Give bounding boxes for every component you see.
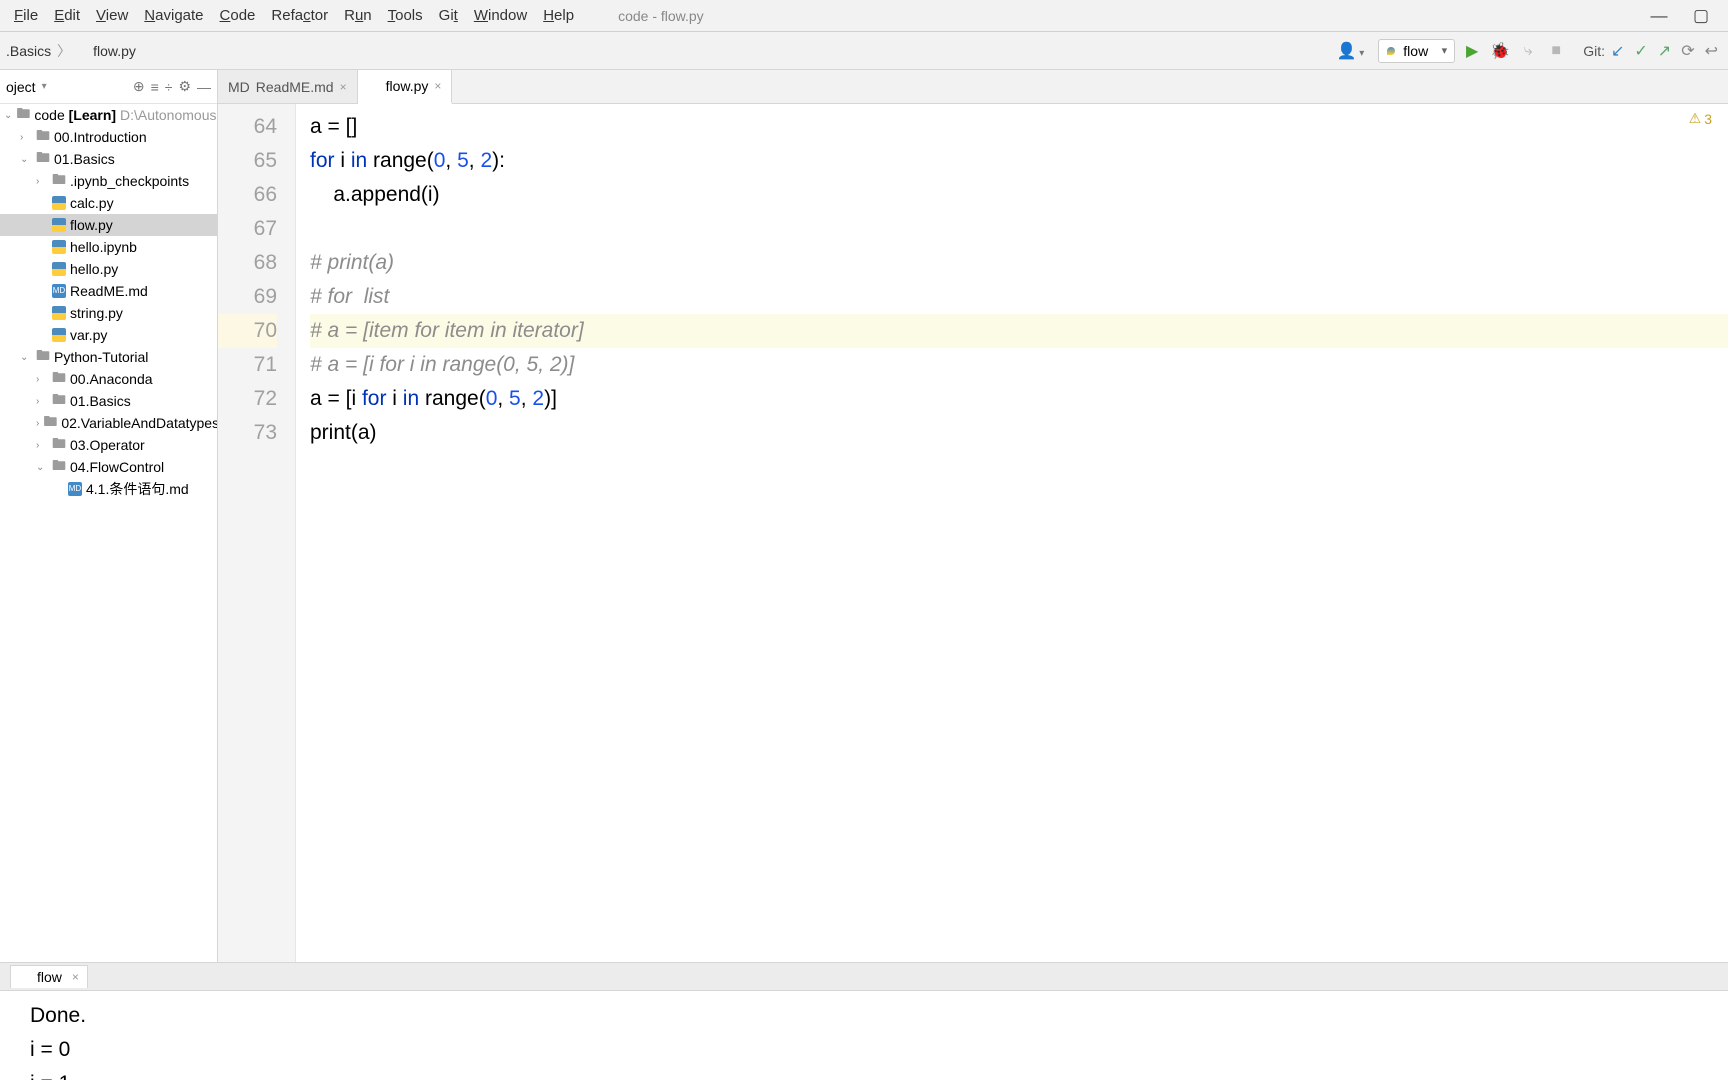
tree-item[interactable]: ⌄🖿Python-Tutorial xyxy=(0,346,217,368)
tree-item[interactable]: ⌄🖿04.FlowControl xyxy=(0,456,217,478)
menu-git[interactable]: Git xyxy=(431,3,466,28)
editor-pane: MDReadME.md×flow.py× 6465666768697071727… xyxy=(218,70,1728,962)
tree-item[interactable]: ›🖿00.Introduction xyxy=(0,126,217,148)
tree-item[interactable]: ›🖿02.VariableAndDatatypes xyxy=(0,412,217,434)
git-history-icon[interactable]: ⟳ xyxy=(1681,41,1694,61)
run-config-select[interactable]: flow xyxy=(1378,39,1455,63)
user-icon[interactable]: 👤 xyxy=(1337,41,1365,61)
menu-run[interactable]: Run xyxy=(336,3,380,28)
editor-tabs: MDReadME.md×flow.py× xyxy=(218,70,1728,104)
tree-item[interactable]: ›🖿00.Anaconda xyxy=(0,368,217,390)
hide-icon[interactable]: — xyxy=(197,79,211,95)
run-toolwindow: flow × Done.i = 0i = 1[0, 2, 4]Process f… xyxy=(0,962,1728,1080)
navigation-bar: .Basics 〉 flow.py 👤 flow ▶ 🐞 ⤷ ■ Git: ↙ … xyxy=(0,32,1728,70)
project-header: oject ▾ ⊕ ≡ ÷ ⚙ — xyxy=(0,70,217,104)
menu-window[interactable]: Window xyxy=(466,3,535,28)
tree-item[interactable]: ›🖿01.Basics xyxy=(0,390,217,412)
tree-item[interactable]: calc.py xyxy=(0,192,217,214)
git-pull-icon[interactable]: ↙ xyxy=(1611,41,1624,61)
console-output[interactable]: Done.i = 0i = 1[0, 2, 4]Process finished… xyxy=(0,991,1728,1080)
menu-file[interactable]: File xyxy=(6,3,46,28)
menu-code[interactable]: Code xyxy=(212,3,264,28)
tree-item[interactable]: hello.py xyxy=(0,258,217,280)
minimize-button[interactable]: — xyxy=(1638,6,1680,26)
debug-button[interactable]: 🐞 xyxy=(1489,40,1511,62)
menu-tools[interactable]: Tools xyxy=(380,3,431,28)
stop-button[interactable]: ■ xyxy=(1545,40,1567,62)
project-tree[interactable]: ⌄🖿 code [Learn] D:\AutonomousDriv ›🖿00.I… xyxy=(0,104,217,500)
tree-item[interactable]: MD4.1.条件语句.md xyxy=(0,478,217,500)
run-button[interactable]: ▶ xyxy=(1461,40,1483,62)
tree-item[interactable]: ›🖿03.Operator xyxy=(0,434,217,456)
maximize-button[interactable]: ▢ xyxy=(1680,6,1722,26)
git-toolbar: ↙ ✓ ↗ ⟳ ↩ xyxy=(1611,41,1718,61)
git-push-icon[interactable]: ↗ xyxy=(1658,41,1671,61)
menu-help[interactable]: Help xyxy=(535,3,582,28)
git-commit-icon[interactable]: ✓ xyxy=(1634,41,1647,61)
project-toolwindow: oject ▾ ⊕ ≡ ÷ ⚙ — ⌄🖿 code [Learn] D:\Aut… xyxy=(0,70,218,962)
close-icon[interactable]: × xyxy=(72,970,79,984)
close-icon[interactable]: × xyxy=(434,79,441,93)
menu-refactor[interactable]: Refactor xyxy=(263,3,336,28)
settings-icon[interactable]: ⚙ xyxy=(178,78,191,95)
run-tab-bar: flow × xyxy=(0,963,1728,991)
editor-tab[interactable]: flow.py× xyxy=(358,70,453,104)
tree-item[interactable]: var.py xyxy=(0,324,217,346)
python-icon xyxy=(19,971,31,983)
editor-body[interactable]: 64656667686970717273 a = []for i in rang… xyxy=(218,104,1728,962)
menu-bar: FileEditViewNavigateCodeRefactorRunTools… xyxy=(0,0,1728,32)
editor-tab[interactable]: MDReadME.md× xyxy=(218,70,358,103)
expand-icon[interactable]: ≡ xyxy=(151,79,159,95)
python-icon xyxy=(77,45,89,57)
tree-item[interactable]: MDReadME.md xyxy=(0,280,217,302)
breadcrumb: .Basics 〉 flow.py xyxy=(0,41,136,61)
run-tab[interactable]: flow × xyxy=(10,965,88,988)
git-rollback-icon[interactable]: ↩ xyxy=(1705,41,1718,61)
tree-item[interactable]: flow.py xyxy=(0,214,217,236)
warning-indicator[interactable]: ⚠ 3 xyxy=(1689,110,1712,127)
menu-navigate[interactable]: Navigate xyxy=(136,3,211,28)
menu-edit[interactable]: Edit xyxy=(46,3,88,28)
code-area[interactable]: a = []for i in range(0, 5, 2): a.append(… xyxy=(296,104,1728,962)
tree-root[interactable]: ⌄🖿 code [Learn] D:\AutonomousDriv xyxy=(0,104,217,126)
close-icon[interactable]: × xyxy=(340,80,347,94)
tree-item[interactable]: ⌄🖿01.Basics xyxy=(0,148,217,170)
breadcrumb-folder[interactable]: .Basics xyxy=(6,43,51,59)
menu-view[interactable]: View xyxy=(88,3,136,28)
tree-item[interactable]: hello.ipynb xyxy=(0,236,217,258)
target-icon[interactable]: ⊕ xyxy=(133,78,145,95)
breadcrumb-file[interactable]: flow.py xyxy=(77,43,136,59)
window-title: code - flow.py xyxy=(618,8,704,24)
line-gutter: 64656667686970717273 xyxy=(218,104,296,962)
tree-item[interactable]: string.py xyxy=(0,302,217,324)
git-label: Git: xyxy=(1583,43,1605,59)
collapse-icon[interactable]: ÷ xyxy=(165,79,173,95)
tree-item[interactable]: ›🖿.ipynb_checkpoints xyxy=(0,170,217,192)
coverage-button[interactable]: ⤷ xyxy=(1517,40,1539,62)
